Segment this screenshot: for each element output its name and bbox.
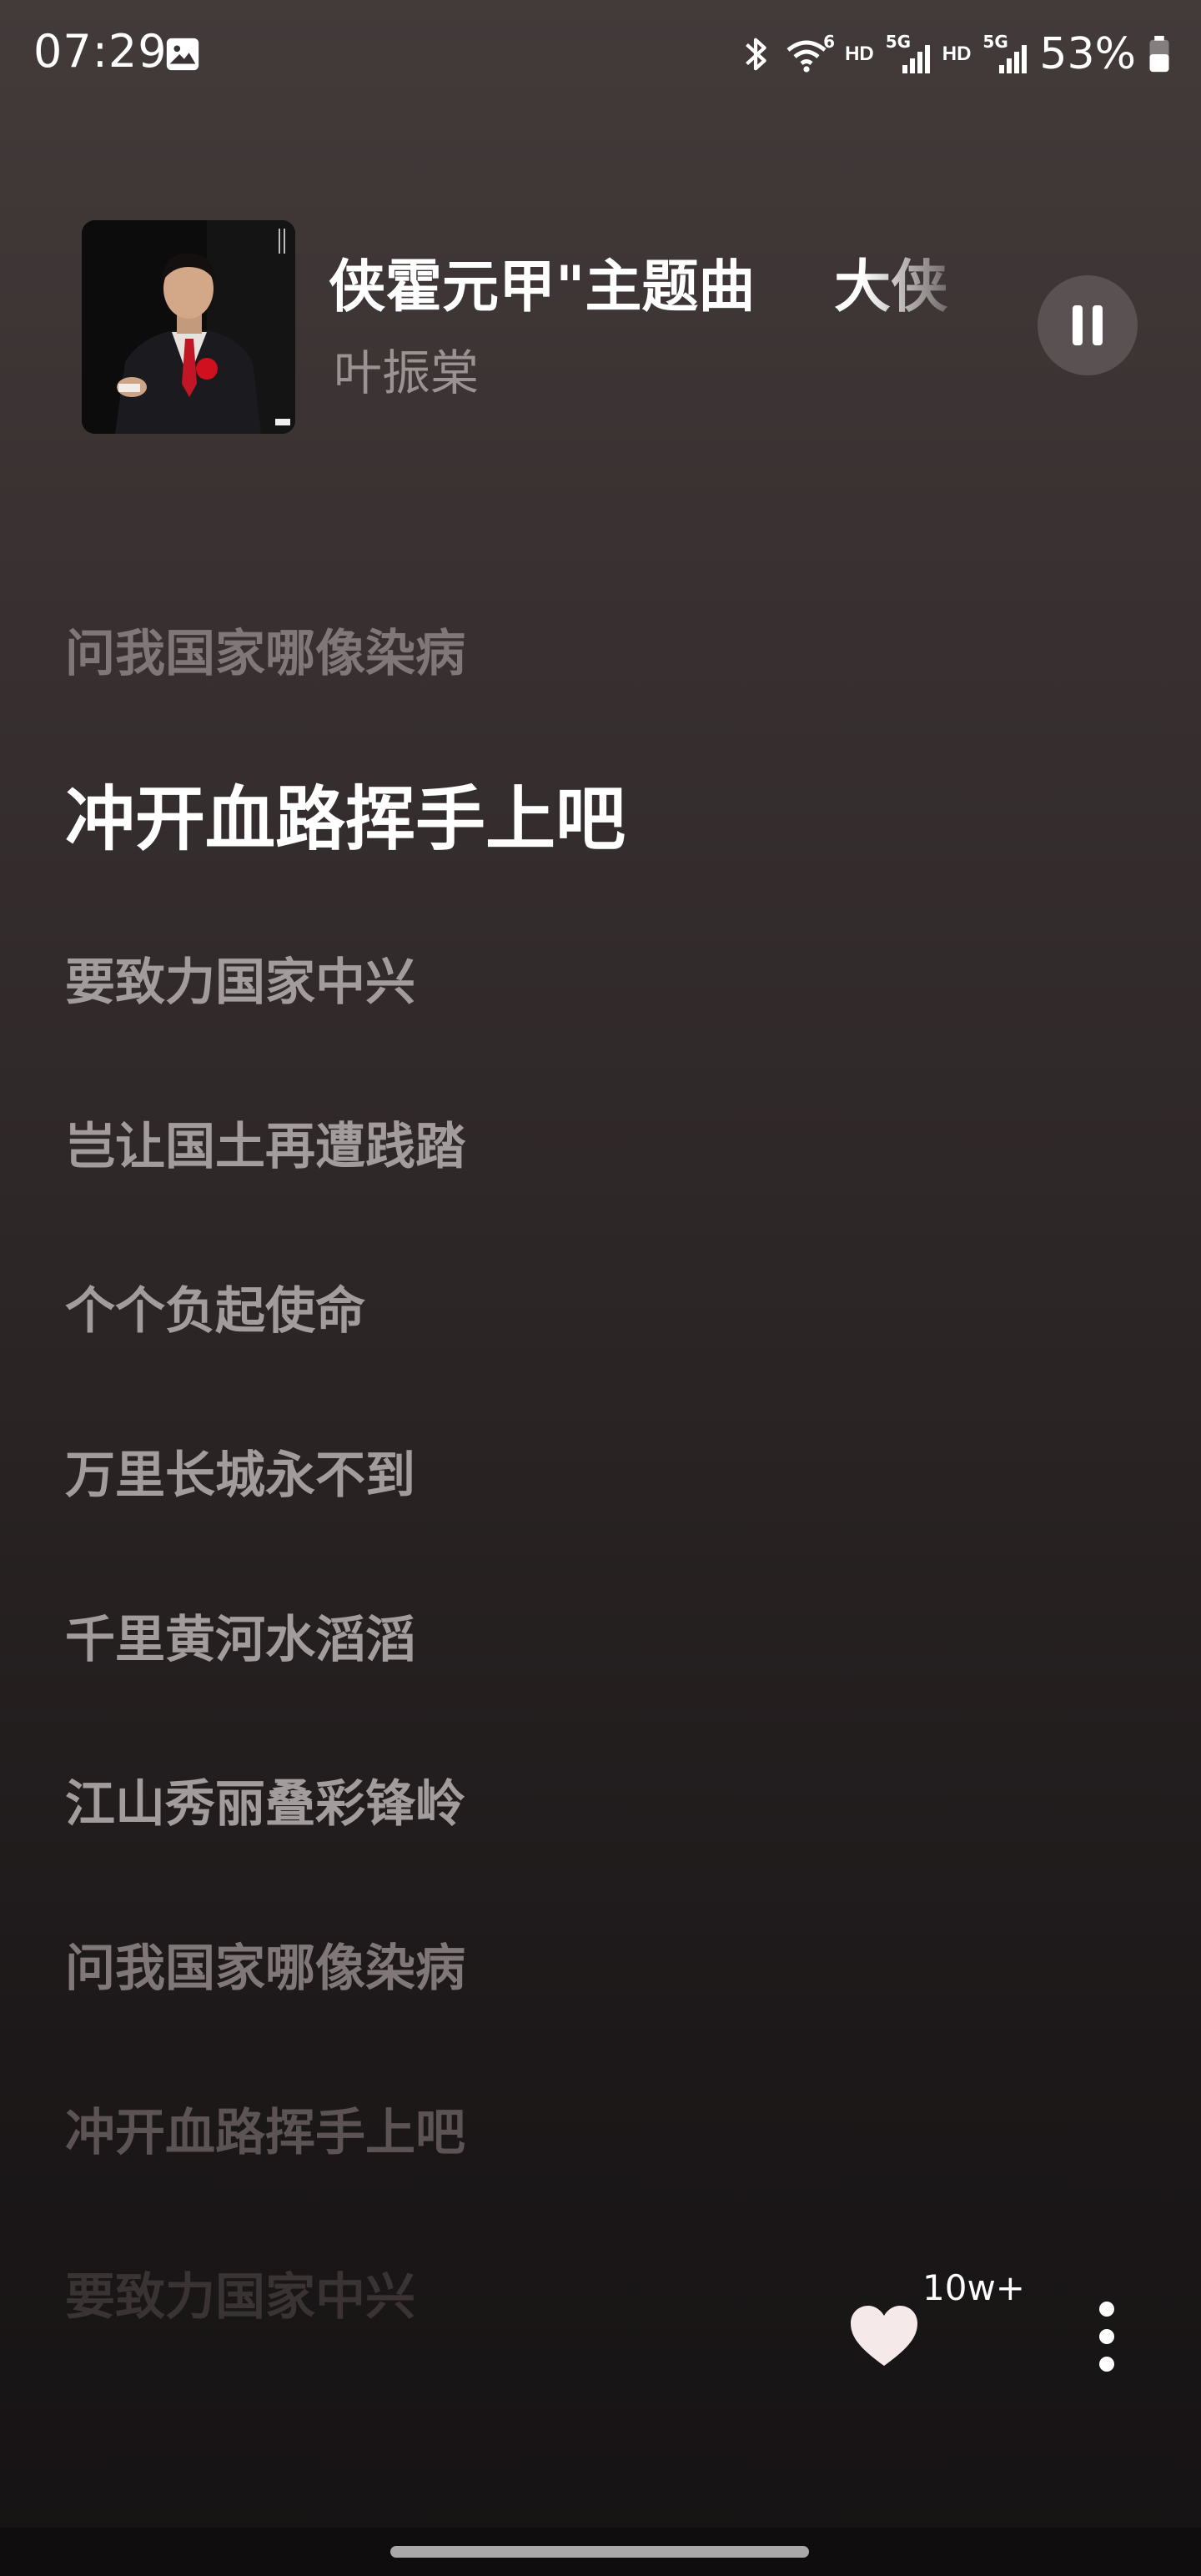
- lyric-line[interactable]: 问我国家哪像染病: [65, 567, 1066, 732]
- status-bar: 07:29 6 HD 5G HD 5G 53%: [0, 0, 1201, 108]
- lyric-line[interactable]: 万里长城永不到: [65, 1389, 1066, 1553]
- pause-button[interactable]: [1038, 275, 1138, 375]
- bluetooth-icon: [746, 38, 766, 71]
- lyric-line[interactable]: 岂让国土再遭践踏: [65, 1060, 1066, 1225]
- gallery-icon: [166, 38, 199, 71]
- like-count: 10w+: [922, 2267, 1025, 2308]
- battery-percent: 53%: [1039, 29, 1136, 79]
- lyric-line[interactable]: 江山秀丽叠彩锋岭: [65, 1718, 1066, 1882]
- pause-icon: [1073, 305, 1103, 345]
- song-title-container[interactable]: 侠霍元甲"主题曲 大侠: [329, 242, 979, 334]
- lyric-line[interactable]: 要致力国家中兴: [65, 896, 1066, 1060]
- battery-icon: [1149, 35, 1169, 73]
- hd-label: HD: [845, 43, 874, 65]
- lyric-line-active[interactable]: 冲开血路挥手上吧: [65, 732, 1066, 896]
- lyric-line[interactable]: 冲开血路挥手上吧: [65, 2046, 1066, 2211]
- signal-icon: 5G: [982, 32, 1028, 73]
- lyric-line[interactable]: 问我国家哪像染病: [65, 1882, 1066, 2046]
- signal-icon: 5G: [886, 32, 931, 73]
- navigation-bar: [0, 2528, 1201, 2576]
- lyric-line[interactable]: 个个负起使命: [65, 1225, 1066, 1389]
- wifi-badge: 6: [823, 32, 836, 52]
- album-art[interactable]: [82, 220, 295, 434]
- more-vertical-icon[interactable]: [1086, 2299, 1128, 2374]
- lyrics-list[interactable]: 问我国家哪像染病 冲开血路挥手上吧 要致力国家中兴 岂让国土再遭践踏 个个负起使…: [65, 567, 1066, 2375]
- home-indicator[interactable]: [390, 2546, 809, 2558]
- heart-icon[interactable]: [847, 2302, 921, 2369]
- artist-name[interactable]: 叶振棠: [334, 334, 479, 404]
- lyric-line[interactable]: 千里黄河水滔滔: [65, 1553, 1066, 1718]
- wifi-icon: 6: [785, 32, 836, 73]
- status-time: 07:29: [33, 25, 168, 78]
- song-title: 侠霍元甲"主题曲 大侠: [329, 254, 948, 320]
- status-icons: 6 HD 5G HD 5G 53%: [740, 25, 1171, 83]
- hd-label: HD: [942, 43, 972, 65]
